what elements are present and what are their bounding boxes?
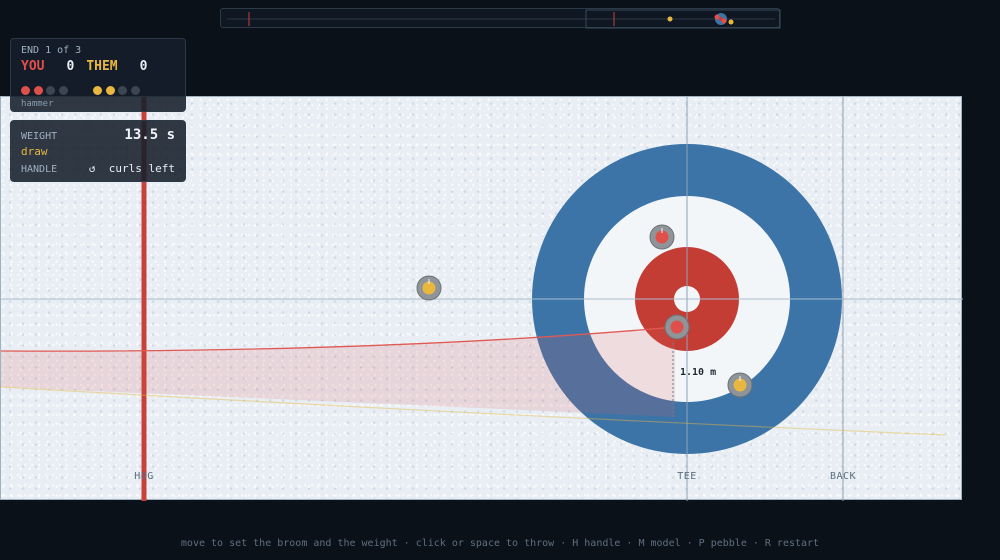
stone-yellow [727,372,753,398]
stone-dot [118,86,127,95]
weight-label: WEIGHT [21,131,58,142]
handle-value: ↺ curls left [89,162,175,175]
stone-red [664,314,690,340]
distance-readout: 1.10 m [680,367,717,378]
weight-value: 13.5 s [124,127,175,143]
score-row: YOU 0 THEM 0 [21,59,175,74]
handle-label: HANDLE [21,164,58,175]
throw-panel: WEIGHT 13.5 s draw HANDLE ↺ curls left [10,120,186,182]
controls-hint: move to set the broom and the weight · c… [180,538,820,549]
stone-dot [33,86,43,95]
them-stones [93,80,143,99]
them-score: 0 [139,59,148,74]
back-line-label: BACK [829,471,857,482]
hog-line-label: HOG [134,471,154,482]
you-score: 0 [66,59,75,74]
scoreboard-panel: END 1 of 3 YOU 0 THEM 0 hammer [10,38,186,112]
handle-text: curls left [108,162,175,175]
stones-remaining [21,80,175,95]
end-counter: END 1 of 3 [21,45,82,56]
path-spread-area [1,327,675,417]
you-label: YOU [21,59,45,74]
sheet-minimap [220,8,781,29]
them-label: THEM [86,59,118,74]
minimap-stone-yellow [728,19,734,25]
minimap-stone-red [721,18,727,24]
curl-left-icon: ↺ [88,162,96,175]
stone-dot [46,86,55,95]
stone-dot [105,86,115,95]
hammer-indicator: hammer [21,99,54,109]
minimap-stone-red [714,14,720,20]
weight-mode: draw [21,145,48,158]
stone-yellow [416,275,442,301]
stone-dot [21,86,30,95]
stone-red [649,224,675,250]
stone-dot [130,86,140,95]
stone-dot [58,86,68,95]
you-stones [21,80,71,99]
tee-line-label: TEE [677,471,697,482]
minimap-stone-yellow [667,16,673,22]
stone-dot [93,86,102,95]
